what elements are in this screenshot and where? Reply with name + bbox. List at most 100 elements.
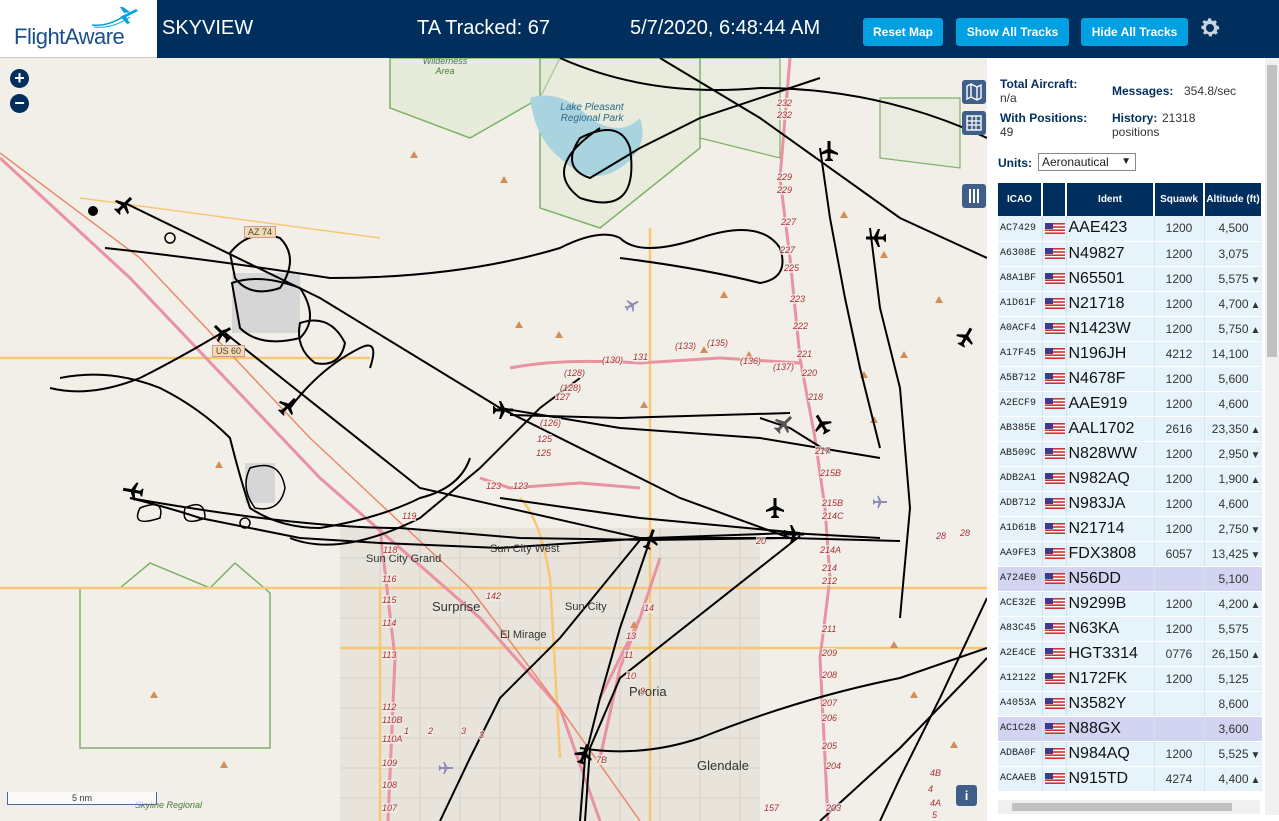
icao-cell: ADBA0F <box>998 741 1043 767</box>
route-marker: 225 <box>784 263 800 273</box>
column-altitude[interactable]: Altitude (ft) <box>1204 183 1262 216</box>
map-layers-button[interactable] <box>962 80 986 104</box>
altitude-cell: 5,575 <box>1204 616 1262 642</box>
altitude-trend-icon: ▲ <box>1250 474 1261 486</box>
panel-vertical-scrollbar[interactable] <box>1265 58 1279 815</box>
units-label: Units: <box>998 156 1032 170</box>
aircraft-row[interactable]: A4053A N3582Y 8,600 <box>998 691 1262 717</box>
aircraft-row[interactable]: A17F45 N196JH 4212 14,100 <box>998 341 1262 367</box>
map-scale-bar: 5 nm <box>7 792 157 805</box>
route-marker: 227 <box>780 245 796 255</box>
altitude-value: 5,750 <box>1218 321 1249 336</box>
us-flag-icon <box>1044 672 1065 684</box>
hide-all-tracks-button[interactable]: Hide All Tracks <box>1081 18 1188 46</box>
aircraft-row[interactable]: A1D61F N21718 1200 4,700 ▲ <box>998 291 1262 317</box>
aircraft-row[interactable]: AC1C28 N88GX 3,600 <box>998 716 1262 742</box>
aircraft-row[interactable]: A12122 N172FK 1200 5,125 <box>998 666 1262 692</box>
icao-cell: A83C45 <box>998 616 1043 642</box>
zoom-in-button[interactable]: + <box>10 69 29 88</box>
aircraft-row[interactable]: AA9FE3 FDX3808 6057 13,425 ▼ <box>998 541 1262 567</box>
aircraft-row[interactable]: ADBA0F N984AQ 1200 5,525 ▼ <box>998 741 1262 767</box>
aircraft-row[interactable]: AB509C N828WW 1200 2,950 ▼ <box>998 441 1262 467</box>
with-positions-label: With Positions: <box>1000 111 1088 125</box>
aircraft-row[interactable]: ACE32E N9299B 1200 4,200 ▲ <box>998 591 1262 617</box>
grid-toggle-button[interactable] <box>962 111 986 135</box>
icao-cell: ACAAEB <box>998 766 1043 792</box>
column-ident[interactable]: Ident <box>1066 183 1155 216</box>
route-marker: 4B <box>930 768 942 778</box>
ident-cell: HGT3314 <box>1066 641 1155 667</box>
units-select[interactable]: Aeronautical ▼ <box>1038 153 1136 171</box>
column-squawk[interactable]: Squawk <box>1154 183 1205 216</box>
aircraft-row[interactable]: A5B712 N4678F 1200 5,600 <box>998 366 1262 392</box>
altitude-trend-icon: ▼ <box>1250 274 1261 286</box>
squawk-cell: 2616 <box>1154 416 1205 442</box>
aircraft-row[interactable]: A8A1BF N65501 1200 5,575 ▼ <box>998 266 1262 292</box>
route-marker: 223 <box>790 294 806 304</box>
altitude-trend-icon: ▼ <box>1250 749 1261 761</box>
altitude-value: 5,525 <box>1218 746 1249 761</box>
us-flag-icon <box>1044 447 1065 459</box>
aircraft-row[interactable]: A2E4CE HGT3314 0776 26,150 ▲ <box>998 641 1262 667</box>
altitude-cell: 5,600 <box>1204 366 1262 392</box>
aircraft-row[interactable]: ACAAEB N915TD 4274 4,400 ▲ <box>998 766 1262 792</box>
scrollbar-thumb[interactable] <box>1267 65 1277 357</box>
info-button[interactable]: i <box>956 785 977 806</box>
route-marker: 211 <box>822 624 837 634</box>
squawk-cell: 1200 <box>1154 391 1205 417</box>
zoom-out-button[interactable]: − <box>10 94 29 113</box>
aircraft-row[interactable]: AB385E AAL1702 2616 23,350 ▲ <box>998 416 1262 442</box>
route-marker: 203 <box>826 803 842 813</box>
gear-icon[interactable] <box>1198 16 1222 40</box>
squawk-cell: 1200 <box>1154 266 1205 292</box>
ident-cell: N65501 <box>1066 266 1155 292</box>
column-icao[interactable]: ICAO <box>998 183 1043 216</box>
us-flag-icon <box>1044 547 1065 559</box>
icao-cell: ADB2A1 <box>998 466 1043 492</box>
us-flag-icon <box>1044 722 1065 734</box>
us-flag-icon <box>1044 572 1065 584</box>
altitude-trend-icon: ▼ <box>1250 449 1261 461</box>
map-view[interactable]: Wilderness Area Lake Pleasant Regional P… <box>0 58 987 821</box>
route-marker: 217 <box>815 446 831 456</box>
aircraft-row[interactable]: A1D61B N21714 1200 2,750 ▼ <box>998 516 1262 542</box>
altitude-cell: 4,600 <box>1204 491 1262 517</box>
units-select-value: Aeronautical <box>1042 155 1109 169</box>
scrollbar-thumb-horizontal[interactable] <box>1012 803 1232 811</box>
flag-cell <box>1042 491 1067 517</box>
aircraft-row[interactable]: A724E0 N56DD 5,100 <box>998 566 1262 592</box>
route-marker: 107 <box>382 803 398 813</box>
aircraft-row[interactable]: A2ECF9 AAE919 1200 4,600 <box>998 391 1262 417</box>
route-marker: 4A <box>930 798 942 808</box>
flightaware-logo[interactable]: FlightAware <box>0 0 157 58</box>
reset-map-button[interactable]: Reset Map <box>863 18 943 46</box>
altitude-value: 2,950 <box>1218 446 1249 461</box>
flag-cell <box>1042 516 1067 542</box>
skyview-app: FlightAware SKYVIEW TA Tracked: 67 5/7/2… <box>0 0 1279 821</box>
route-marker: 20 <box>756 536 767 546</box>
squawk-cell: 1200 <box>1154 441 1205 467</box>
aircraft-row[interactable]: AC7429 AAE423 1200 4,500 <box>998 216 1262 242</box>
show-all-tracks-button[interactable]: Show All Tracks <box>956 18 1069 46</box>
icao-cell: A0ACF4 <box>998 316 1043 342</box>
ident-cell: N49827 <box>1066 241 1155 267</box>
columns-toggle-button[interactable] <box>962 184 986 208</box>
flag-cell <box>1042 716 1067 742</box>
squawk-cell: 0776 <box>1154 641 1205 667</box>
route-marker: 4 <box>928 784 934 794</box>
aircraft-row[interactable]: ADB2A1 N982AQ 1200 1,900 ▲ <box>998 466 1262 492</box>
aircraft-row[interactable]: A0ACF4 N1423W 1200 5,750 ▲ <box>998 316 1262 342</box>
table-horizontal-scrollbar[interactable] <box>998 800 1260 814</box>
aircraft-row[interactable]: ADB712 N983JA 1200 4,600 <box>998 491 1262 517</box>
altitude-cell: 26,150 ▲ <box>1204 641 1262 667</box>
route-marker: 14 <box>644 603 655 613</box>
ident-cell: N88GX <box>1066 716 1155 742</box>
aircraft-table-container[interactable]: ICAO Ident Squawk Altitude (ft) AC7429 AA… <box>998 183 1262 803</box>
altitude-value: 4,400 <box>1218 771 1249 786</box>
map-canvas <box>0 58 987 821</box>
column-flag[interactable] <box>1042 183 1067 216</box>
route-marker: 214 <box>822 563 838 573</box>
us-flag-icon <box>1044 772 1065 784</box>
aircraft-row[interactable]: A83C45 N63KA 1200 5,575 <box>998 616 1262 642</box>
aircraft-row[interactable]: A6308E N49827 1200 3,075 <box>998 241 1262 267</box>
